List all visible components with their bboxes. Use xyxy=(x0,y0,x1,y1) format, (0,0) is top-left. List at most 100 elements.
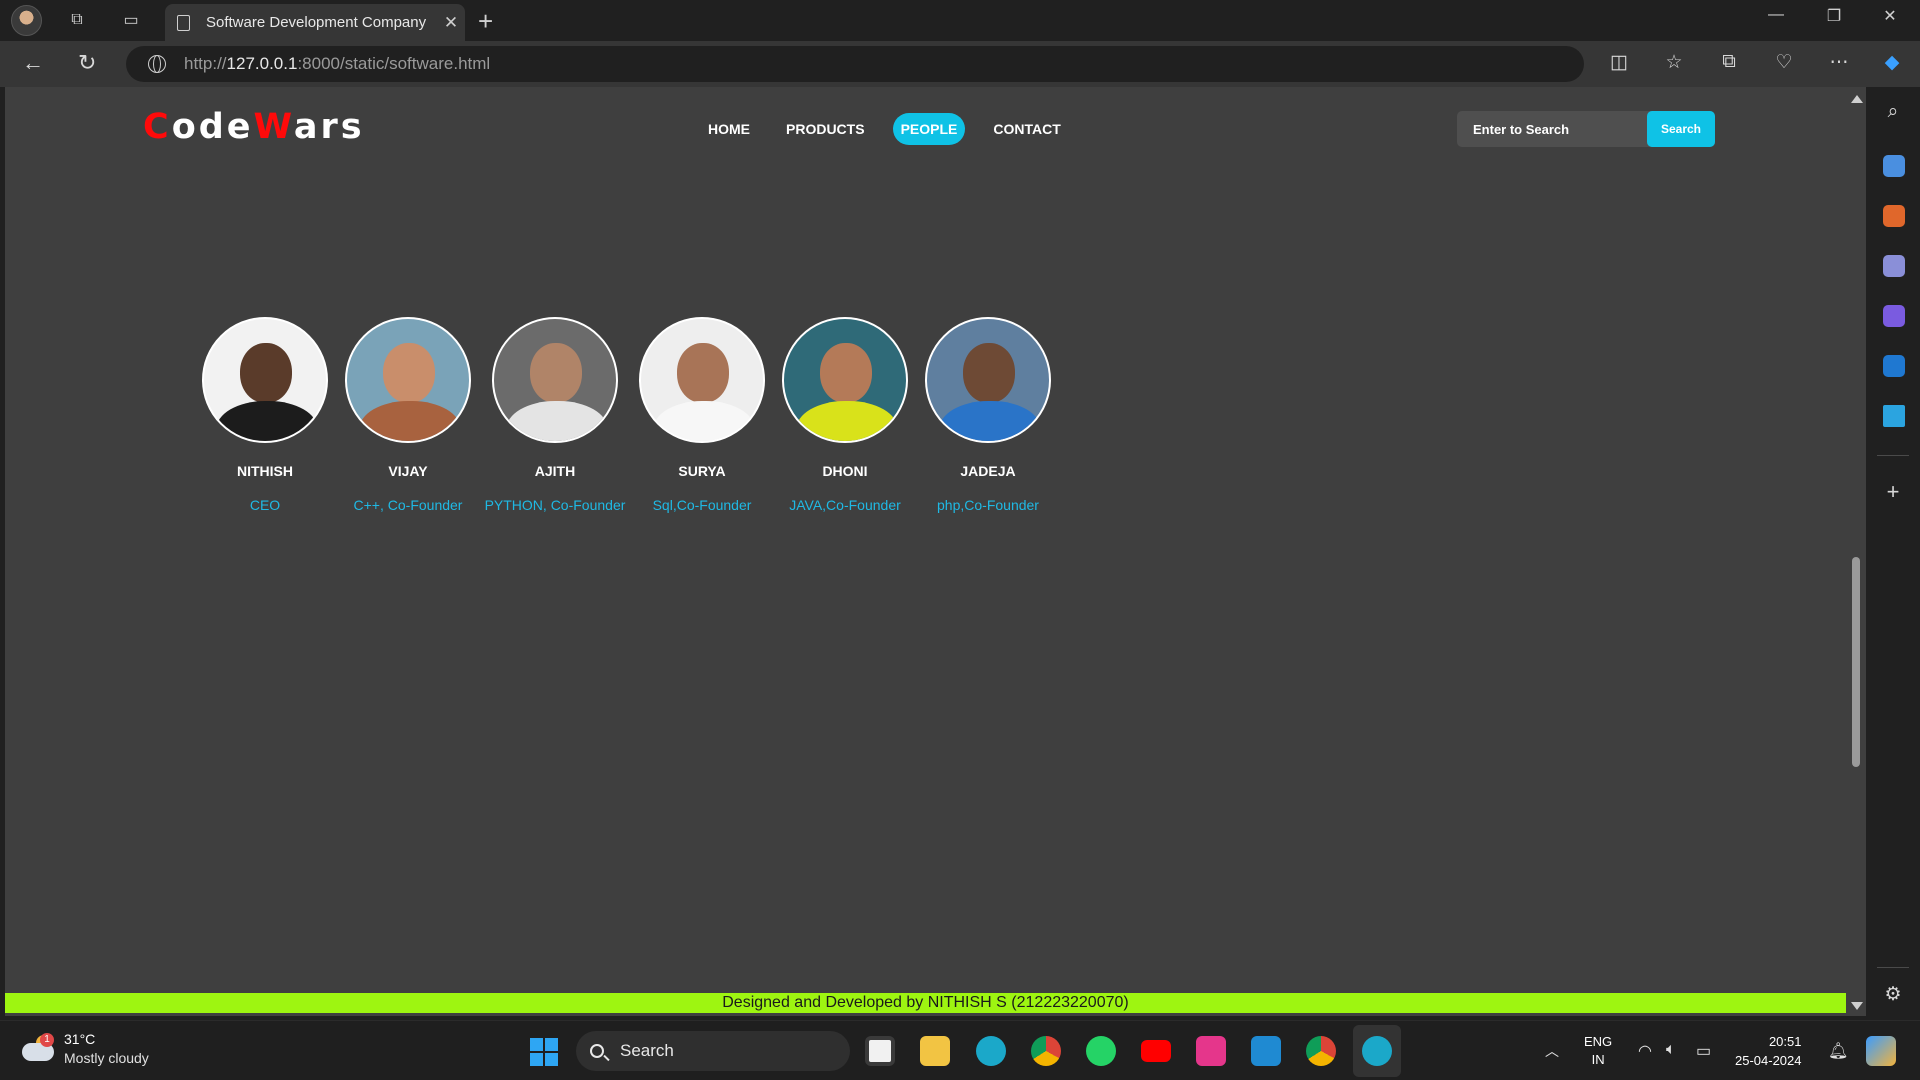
scroll-down-arrow-icon[interactable] xyxy=(1851,1002,1863,1010)
person-role: PYTHON, Co-Founder xyxy=(484,497,626,513)
person-name: VIJAY xyxy=(388,463,428,479)
person-role: Sql,Co-Founder xyxy=(652,497,752,513)
shopping-icon[interactable] xyxy=(1883,155,1905,177)
nav-products[interactable]: PRODUCTS xyxy=(778,113,873,145)
copilot-taskbar-icon[interactable] xyxy=(1866,1036,1896,1066)
scroll-thumb[interactable] xyxy=(1852,557,1860,767)
address-bar[interactable]: http://127.0.0.1:8000/static/software.ht… xyxy=(126,46,1584,82)
person-role: C++, Co-Founder xyxy=(353,497,463,513)
weather-condition[interactable]: Mostly cloudy xyxy=(64,1050,149,1066)
scroll-up-arrow-icon[interactable] xyxy=(1851,95,1863,103)
clock-date: 25-04-2024 xyxy=(1735,1053,1802,1068)
drop-icon[interactable] xyxy=(1883,405,1905,427)
tab-title: Software Development Company xyxy=(206,14,427,31)
person-name: JADEJA xyxy=(960,463,1016,479)
more-options-icon[interactable]: ⋯ xyxy=(1825,51,1853,74)
browser-toolbar: ← ↻ http://127.0.0.1:8000/static/softwar… xyxy=(0,41,1920,87)
globe-icon xyxy=(148,55,166,73)
search-icon xyxy=(590,1044,604,1058)
edge-icon[interactable] xyxy=(976,1036,1006,1066)
split-screen-icon[interactable]: ◫ xyxy=(1605,51,1633,74)
youtube-icon[interactable] xyxy=(1141,1040,1171,1062)
browser-titlebar: ⧉ ▭ Software Development Company ✕ + — ❐… xyxy=(0,0,1920,41)
battery-icon[interactable]: ▭ xyxy=(1696,1041,1711,1061)
outlook-icon[interactable] xyxy=(1883,355,1905,377)
chevron-up-icon[interactable]: ︿ xyxy=(1545,1041,1559,1061)
windows-taskbar: 1 31°C Mostly cloudy Search ︿ ENG IN ◠ 🔈︎… xyxy=(0,1020,1920,1080)
chrome-icon[interactable] xyxy=(1306,1036,1336,1066)
site-logo[interactable]: CodeWars xyxy=(143,107,365,147)
copilot-icon[interactable]: ◆ xyxy=(1878,51,1906,74)
browser-tab[interactable]: Software Development Company ✕ xyxy=(165,4,465,41)
person-role: JAVA,Co-Founder xyxy=(789,497,901,513)
start-button-icon[interactable] xyxy=(530,1038,558,1066)
games-icon[interactable] xyxy=(1883,255,1905,277)
edge-icon[interactable] xyxy=(1362,1036,1392,1066)
person-avatar xyxy=(925,317,1051,443)
site-search: Search xyxy=(1457,111,1715,147)
collections-icon[interactable]: ⧉ xyxy=(1715,51,1743,73)
wifi-icon[interactable]: ◠ xyxy=(1638,1041,1652,1061)
microsoft365-icon[interactable] xyxy=(1883,305,1905,327)
tab-actions-icon[interactable]: ▭ xyxy=(116,7,146,33)
person-role: php,Co-Founder xyxy=(937,497,1039,513)
person-card: VIJAY C++, Co-Founder xyxy=(328,317,488,513)
workspaces-icon[interactable]: ⧉ xyxy=(62,7,92,33)
nav-home[interactable]: HOME xyxy=(700,113,758,145)
restore-icon[interactable]: ❐ xyxy=(1814,6,1854,26)
person-card: DHONI JAVA,Co-Founder xyxy=(765,317,925,513)
sidebar-search-icon[interactable]: ⌕ xyxy=(1879,101,1907,123)
search-input[interactable] xyxy=(1457,111,1647,147)
browser-essentials-icon[interactable]: ♡ xyxy=(1770,51,1798,74)
weather-temperature[interactable]: 31°C xyxy=(64,1031,95,1047)
language-indicator[interactable]: ENG IN xyxy=(1584,1033,1612,1069)
clock[interactable]: 20:51 25-04-2024 xyxy=(1735,1032,1802,1070)
person-role: CEO xyxy=(249,497,281,513)
browser-sidebar: ⌕ + ⚙ xyxy=(1866,87,1920,1017)
volume-icon[interactable]: 🔈︎ xyxy=(1666,1041,1676,1059)
taskbar-search[interactable]: Search xyxy=(576,1031,850,1071)
clock-time: 20:51 xyxy=(1768,1034,1802,1049)
chrome-icon[interactable] xyxy=(1031,1036,1061,1066)
search-button[interactable]: Search xyxy=(1647,111,1715,147)
sidebar-settings-icon[interactable]: ⚙ xyxy=(1879,983,1907,1006)
favorites-icon[interactable]: ☆ xyxy=(1660,51,1688,74)
sidebar-divider xyxy=(1877,455,1909,456)
minimize-icon[interactable]: — xyxy=(1756,6,1796,24)
add-sidebar-app-icon[interactable]: + xyxy=(1879,479,1907,505)
person-name: SURYA xyxy=(678,463,726,479)
person-avatar xyxy=(202,317,328,443)
refresh-icon[interactable]: ↻ xyxy=(78,50,96,76)
person-avatar xyxy=(639,317,765,443)
page-scrollbar[interactable] xyxy=(1846,87,1866,1016)
taskbar-search-label: Search xyxy=(620,1041,674,1060)
notification-icon[interactable]: 🔔︎ xyxy=(1828,1041,1848,1061)
back-icon[interactable]: ← xyxy=(22,50,44,76)
person-avatar xyxy=(782,317,908,443)
main-nav: HOME PRODUCTS PEOPLE CONTACT xyxy=(700,113,1089,145)
profile-avatar[interactable] xyxy=(11,5,42,36)
page-viewport: CodeWars HOME PRODUCTS PEOPLE CONTACT Se… xyxy=(5,87,1846,1016)
page-icon xyxy=(177,14,190,31)
person-name: NITHISH xyxy=(237,463,293,479)
nav-contact[interactable]: CONTACT xyxy=(985,113,1068,145)
close-window-icon[interactable]: ✕ xyxy=(1870,6,1910,26)
new-tab-icon[interactable]: + xyxy=(478,6,493,37)
person-name: DHONI xyxy=(822,463,868,479)
whatsapp-icon[interactable] xyxy=(1086,1036,1116,1066)
person-card: NITHISH CEO xyxy=(185,317,345,513)
person-card: AJITH PYTHON, Co-Founder xyxy=(475,317,635,513)
file-explorer-icon[interactable] xyxy=(920,1036,950,1066)
url-text: http://127.0.0.1:8000/static/software.ht… xyxy=(184,54,491,73)
site-footer: Designed and Developed by NITHISH S (212… xyxy=(5,993,1846,1013)
close-tab-icon[interactable]: ✕ xyxy=(437,13,465,33)
weather-icon[interactable]: 1 xyxy=(22,1033,56,1061)
tools-icon[interactable] xyxy=(1883,205,1905,227)
store-icon[interactable] xyxy=(865,1036,895,1066)
clipchamp-icon[interactable] xyxy=(1196,1036,1226,1066)
weather-badge: 1 xyxy=(40,1033,54,1047)
sidebar-divider xyxy=(1877,967,1909,968)
nav-people[interactable]: PEOPLE xyxy=(892,113,966,145)
person-name: AJITH xyxy=(534,463,576,479)
vscode-icon[interactable] xyxy=(1251,1036,1281,1066)
